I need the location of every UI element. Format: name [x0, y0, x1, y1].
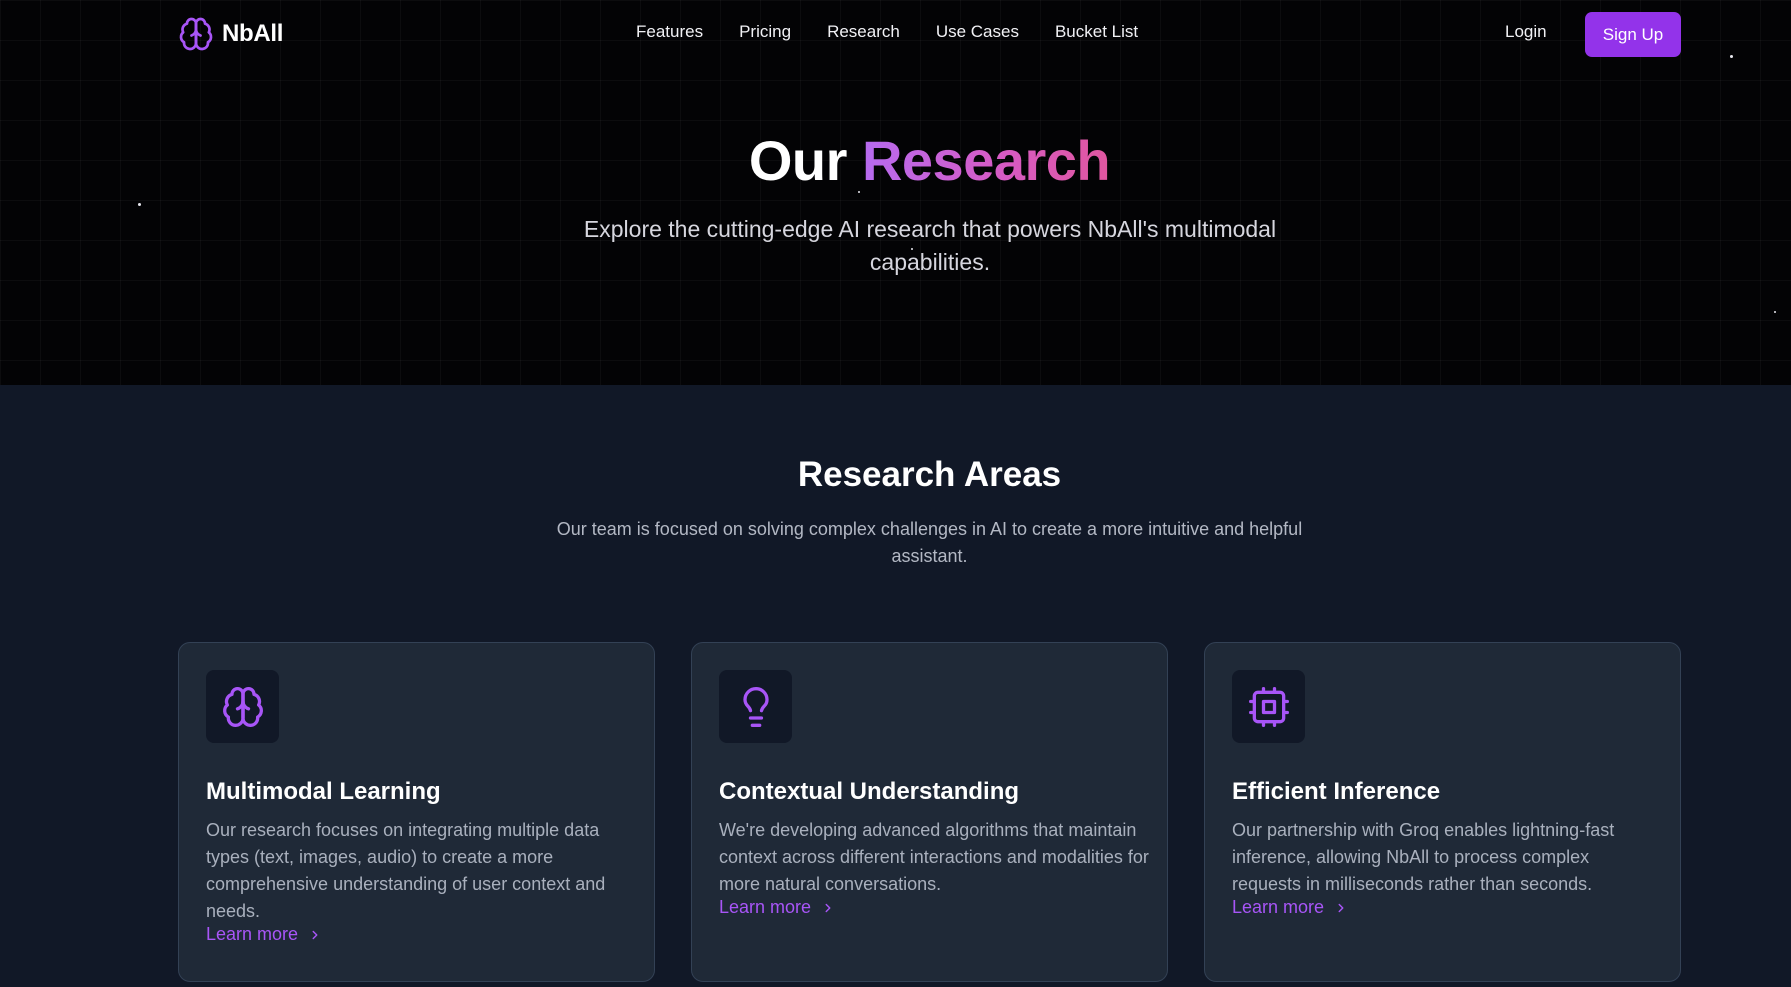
nav-link-research[interactable]: Research: [827, 22, 900, 42]
page-title-plain: Our: [748, 129, 848, 192]
research-card-multimodal: Multimodal Learning Our research focuses…: [178, 642, 655, 982]
section-subtitle: Our team is focused on solving complex c…: [556, 519, 1303, 566]
brain-icon: [222, 686, 263, 727]
nav-link-use-cases[interactable]: Use Cases: [936, 22, 1019, 42]
learn-more-link[interactable]: Learn more: [719, 897, 835, 918]
sign-up-button[interactable]: Sign Up: [1585, 12, 1681, 57]
cpu-icon: [1248, 686, 1289, 727]
lightbulb-icon: [742, 686, 769, 727]
page-title: Our Research: [0, 128, 1791, 193]
card-description: Our partnership with Groq enables lightn…: [1232, 820, 1615, 894]
star-decoration: [138, 203, 141, 206]
card-icon-container: [719, 670, 792, 743]
card-description: Our research focuses on integrating mult…: [206, 820, 606, 921]
login-link[interactable]: Login: [1505, 22, 1547, 42]
learn-more-link[interactable]: Learn more: [206, 924, 322, 945]
section-title: Research Areas: [797, 455, 1062, 494]
research-card-inference: Efficient Inference Our partnership with…: [1204, 642, 1681, 982]
page-subtitle: Explore the cutting-edge AI research tha…: [583, 216, 1277, 275]
chevron-right-icon: [312, 930, 318, 939]
learn-more-label: Learn more: [206, 924, 299, 944]
chevron-right-icon: [1338, 903, 1344, 912]
nav-link-bucket-list[interactable]: Bucket List: [1055, 22, 1138, 42]
card-title: Contextual Understanding: [719, 778, 1020, 805]
card-icon-container: [1232, 670, 1305, 743]
top-navbar: NbAll Features Pricing Research Use Case…: [0, 0, 1791, 66]
learn-more-link[interactable]: Learn more: [1232, 897, 1348, 918]
star-decoration: [1774, 311, 1776, 313]
learn-more-label: Learn more: [1232, 897, 1325, 917]
nav-link-features[interactable]: Features: [636, 22, 703, 42]
card-title: Multimodal Learning: [206, 778, 441, 805]
card-description: We're developing advanced algorithms tha…: [719, 820, 1149, 894]
card-title: Efficient Inference: [1232, 778, 1441, 805]
brain-icon: [179, 17, 213, 51]
card-icon-container: [206, 670, 279, 743]
research-areas-section: Research Areas Our team is focused on so…: [0, 385, 1791, 987]
research-card-contextual: Contextual Understanding We're developin…: [691, 642, 1168, 982]
hero-section: NbAll Features Pricing Research Use Case…: [0, 0, 1791, 385]
nav-links: Features Pricing Research Use Cases Buck…: [636, 22, 1138, 42]
brand-name: NbAll: [222, 20, 284, 47]
brand-logo[interactable]: NbAll: [178, 16, 283, 52]
chevron-right-icon: [825, 903, 831, 912]
nav-link-pricing[interactable]: Pricing: [739, 22, 791, 42]
learn-more-label: Learn more: [719, 897, 812, 917]
page-title-accent: Research: [861, 129, 1111, 192]
